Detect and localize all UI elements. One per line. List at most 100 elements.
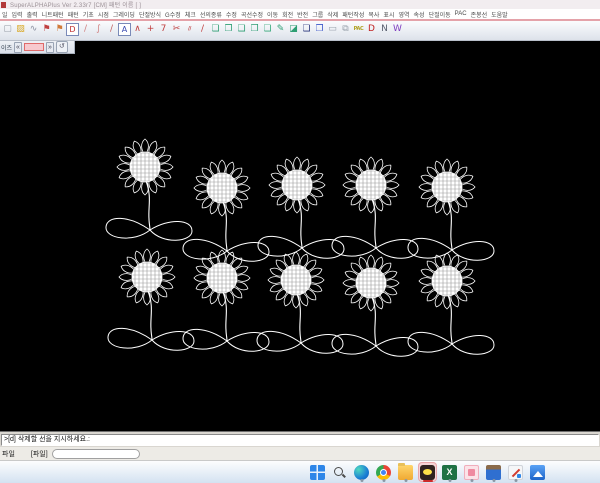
file-label: 파일 [2, 449, 15, 459]
menu-item-19[interactable]: 패턴작성 [342, 10, 364, 19]
running-indicator-dot [470, 479, 473, 482]
menu-item-14[interactable]: 이동 [267, 10, 278, 19]
menu-item-17[interactable]: 그룹 [312, 10, 323, 19]
menu-item-25[interactable]: PAC [455, 11, 467, 17]
menu-item-13[interactable]: 곡선수정 [241, 10, 263, 19]
d-red-icon[interactable]: D [365, 23, 378, 36]
excel-taskbar-icon[interactable] [440, 462, 459, 482]
drawing-canvas[interactable] [0, 41, 600, 431]
menu-item-23[interactable]: 속성 [414, 10, 425, 19]
menu-item-9[interactable]: G수정 [165, 10, 181, 19]
running-indicator-dot [382, 479, 385, 482]
block-e-icon[interactable]: ❏ [261, 23, 274, 36]
scissors-icon[interactable]: ✂ [170, 23, 183, 36]
menu-item-16[interactable]: 반전 [297, 10, 308, 19]
parallel-tool-icon[interactable]: // [183, 23, 196, 36]
block-d-icon[interactable]: ❒ [248, 23, 261, 36]
block-pencil-icon[interactable]: ✎ [274, 23, 287, 36]
explorer-icon [398, 465, 413, 480]
block-c-icon[interactable]: ❑ [235, 23, 248, 36]
menu-item-4[interactable]: 패턴 [68, 10, 79, 19]
pac-icon[interactable]: PAC [352, 23, 365, 36]
sunflower-object-1[interactable] [183, 160, 269, 261]
polyline-tool-icon[interactable]: / [105, 23, 118, 36]
menu-item-12[interactable]: 수정 [226, 10, 237, 19]
sunflower-object-4[interactable] [408, 159, 494, 260]
menu-item-26[interactable]: 존봉선 [471, 10, 488, 19]
command-input[interactable]: >[d] 삭제할 선을 지시하세요.: [1, 434, 599, 446]
photos-taskbar-icon[interactable] [528, 462, 547, 482]
eraser-icon[interactable]: ◪ [287, 23, 300, 36]
menu-item-5[interactable]: 기초 [83, 10, 94, 19]
file-bracket-label: [파일] [31, 449, 48, 459]
flag-orange-icon[interactable]: ⚑ [53, 23, 66, 36]
menu-bar: 일 입력 출력 니트패턴 패턴 기초 시점 그레이딩 단절방식 G수정 체크 선의종류 수정 곡선수정 이동… [0, 9, 600, 19]
flag-red-icon[interactable]: ⚑ [40, 23, 53, 36]
d-box-icon[interactable]: D [66, 23, 79, 36]
sunflower-object-9[interactable] [408, 253, 494, 354]
text-tool-icon[interactable]: A [118, 23, 131, 36]
search-icon [332, 465, 347, 480]
file-name-input[interactable] [52, 449, 140, 459]
menu-item-15[interactable]: 회전 [282, 10, 293, 19]
storeapp-taskbar-icon[interactable] [484, 462, 503, 482]
edge-taskbar-icon[interactable] [352, 462, 371, 482]
windows-taskbar-icon[interactable] [308, 462, 327, 482]
cross-tool-icon[interactable]: + [144, 23, 157, 36]
menu-item-6[interactable]: 시점 [98, 10, 109, 19]
menu-item-22[interactable]: 영역 [398, 10, 409, 19]
menu-item-0[interactable]: 일 [2, 10, 8, 19]
size-input[interactable] [24, 43, 44, 51]
kakaotalk-taskbar-icon[interactable] [418, 462, 437, 482]
size-prev-button[interactable]: « [14, 42, 22, 53]
line-tool-icon[interactable]: / [79, 23, 92, 36]
size-next-button[interactable]: » [46, 42, 54, 53]
curve-tool-icon[interactable]: ∫ [92, 23, 105, 36]
explorer-taskbar-icon[interactable] [396, 462, 415, 482]
running-indicator-dot [448, 479, 451, 482]
menu-item-8[interactable]: 단절방식 [139, 10, 161, 19]
window-title: SuperALPHAPlus Ver 2.33r7 [CM] 패턴 이름 [ ] [10, 0, 141, 9]
angle-tool-icon[interactable]: ∧ [131, 23, 144, 36]
panel-icon[interactable]: ▭ [326, 23, 339, 36]
block-b-icon[interactable]: ❐ [222, 23, 235, 36]
rotate-tool-icon[interactable]: ↺ [56, 41, 68, 53]
menu-item-24[interactable]: 단절이동 [429, 10, 451, 19]
sunflower-object-0[interactable] [106, 139, 192, 240]
toolbar: ▢▨∿⚑⚑D/∫/A∧+7✂///❏❐❑❒❏✎◪❏❐▭⧉PACDNW [0, 21, 600, 41]
menu-item-20[interactable]: 복사 [368, 10, 379, 19]
menu-item-18[interactable]: 삭제 [327, 10, 338, 19]
block-a-icon[interactable]: ❏ [209, 23, 222, 36]
search-taskbar-icon[interactable] [330, 462, 349, 482]
open-folder-icon[interactable]: ▨ [14, 23, 27, 36]
menu-item-27[interactable]: 도움말 [491, 10, 508, 19]
menu-item-3[interactable]: 니트패턴 [42, 10, 64, 19]
w-color-icon[interactable]: W [391, 23, 404, 36]
menu-item-7[interactable]: 그레이딩 [113, 10, 135, 19]
sunflower-object-5[interactable] [108, 249, 194, 350]
photoapp-icon [464, 465, 479, 480]
chrome-taskbar-icon[interactable] [374, 462, 393, 482]
menu-item-21[interactable]: 표시 [383, 10, 394, 19]
sunflower-object-3[interactable] [332, 157, 418, 258]
penapp-taskbar-icon[interactable] [506, 462, 525, 482]
photoapp-taskbar-icon[interactable] [462, 462, 481, 482]
sunflower-object-7[interactable] [257, 252, 343, 353]
menu-item-1[interactable]: 입력 [12, 10, 23, 19]
sunflower-object-6[interactable] [183, 250, 269, 351]
menu-item-10[interactable]: 체크 [185, 10, 196, 19]
layer-dark-icon[interactable]: ❏ [300, 23, 313, 36]
slash-tool-icon[interactable]: / [196, 23, 209, 36]
panel-stack-icon[interactable]: ⧉ [339, 23, 352, 36]
sunflower-object-8[interactable] [332, 255, 418, 356]
menu-item-11[interactable]: 선의종류 [200, 10, 222, 19]
new-file-icon[interactable]: ▢ [1, 23, 14, 36]
edge-icon [354, 465, 369, 480]
sunflower-object-2[interactable] [258, 157, 344, 258]
n-tool-icon[interactable]: N [378, 23, 391, 36]
save-icon[interactable]: ∿ [27, 23, 40, 36]
arrow-tool-icon[interactable]: 7 [157, 23, 170, 36]
active-indicator-bar [423, 480, 433, 482]
layer-blue-icon[interactable]: ❐ [313, 23, 326, 36]
menu-item-2[interactable]: 출력 [27, 10, 38, 19]
